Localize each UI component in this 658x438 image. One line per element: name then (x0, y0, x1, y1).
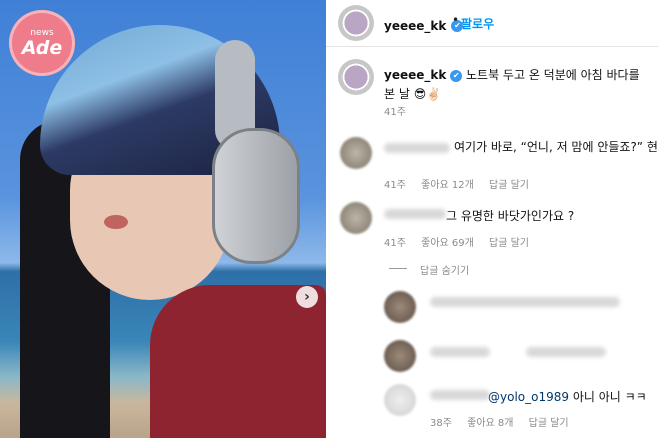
blurred-reply-text (430, 297, 620, 307)
comment-item: 여기가 바로, “언니, 저 맘에 안들죠?” 현장 41주 좋아요 12개 답… (326, 130, 658, 191)
hide-replies-button[interactable]: 답글 숨기기 (420, 262, 469, 277)
reply-button[interactable]: 답글 달기 (489, 180, 529, 191)
reply-item (326, 285, 658, 327)
comment-meta: 41주 좋아요 69개 답글 달기 (384, 234, 541, 249)
caption-text-block: yeeee_kk ✔ 노트북 두고 온 덕분에 아침 바다를 본 날 😎✌🏻 (384, 66, 650, 104)
caption-avatar[interactable] (338, 59, 374, 95)
username-text[interactable]: yeeee_kk (384, 19, 446, 33)
photo-mouth (104, 215, 128, 229)
caption-timestamp: 41주 (384, 107, 406, 118)
replies-divider (389, 268, 407, 269)
comment-meta: 41주 좋아요 12개 답글 달기 (384, 176, 541, 191)
avatar[interactable] (338, 5, 374, 41)
comment-text: 그 유명한 바닷가인가요 ? (446, 209, 575, 223)
post-header: yeeee_kk ✔ • 팔로우 (326, 0, 658, 47)
news-ade-logo: news Ade (9, 10, 75, 76)
post-sidebar: yeeee_kk ✔ • 팔로우 yeeee_kk ✔ 노트북 두고 온 덕분에… (326, 0, 658, 438)
post-photo: news Ade › (0, 0, 326, 438)
comment-avatar[interactable] (340, 137, 372, 169)
comment-avatar[interactable] (340, 202, 372, 234)
logo-big-text: Ade (21, 37, 63, 59)
reply-likes[interactable]: 좋아요 8개 (467, 418, 513, 429)
blurred-reply-text (526, 347, 606, 357)
reply-item (326, 334, 658, 374)
caption-username[interactable]: yeeee_kk (384, 68, 446, 82)
mention-link[interactable]: @yolo_o1989 (488, 390, 569, 404)
comment-text: 여기가 바로, “언니, 저 맘에 안들죠?” 현장 (454, 140, 658, 154)
blurred-username (384, 143, 450, 153)
comment-likes[interactable]: 좋아요 12개 (421, 180, 474, 191)
blurred-username (384, 209, 446, 219)
comment-item: 그 유명한 바닷가인가요 ? 41주 좋아요 69개 답글 달기 (326, 196, 658, 254)
reply-text: @yolo_o1989 아니 아니 ㅋㅋ (488, 388, 647, 405)
chevron-right-icon: › (304, 289, 310, 305)
photo-headphone-cup (212, 128, 300, 264)
photo-hoodie (150, 285, 326, 438)
reply-time: 38주 (430, 418, 452, 429)
verified-icon: ✔ (450, 69, 463, 82)
blurred-reply-username (430, 390, 490, 400)
reply-avatar[interactable] (384, 340, 416, 372)
comment-time: 41주 (384, 238, 406, 249)
separator-dot: • (452, 13, 460, 27)
reply-body: 아니 아니 ㅋㅋ (569, 390, 647, 404)
reply-avatar[interactable] (384, 291, 416, 323)
comment-likes[interactable]: 좋아요 69개 (421, 238, 474, 249)
comment-time: 41주 (384, 180, 406, 191)
reply-avatar[interactable] (384, 384, 416, 416)
reply-button[interactable]: 답글 달기 (489, 238, 529, 249)
follow-button[interactable]: 팔로우 (461, 15, 494, 32)
reply-button[interactable]: 답글 달기 (529, 418, 569, 429)
next-image-button[interactable]: › (296, 286, 318, 308)
reply-item: @yolo_o1989 아니 아니 ㅋㅋ 38주 좋아요 8개 답글 달기 (326, 380, 658, 438)
post-caption: yeeee_kk ✔ 노트북 두고 온 덕분에 아침 바다를 본 날 😎✌🏻 4… (326, 56, 658, 126)
blurred-reply-username (430, 347, 490, 357)
reply-meta: 38주 좋아요 8개 답글 달기 (430, 414, 581, 429)
